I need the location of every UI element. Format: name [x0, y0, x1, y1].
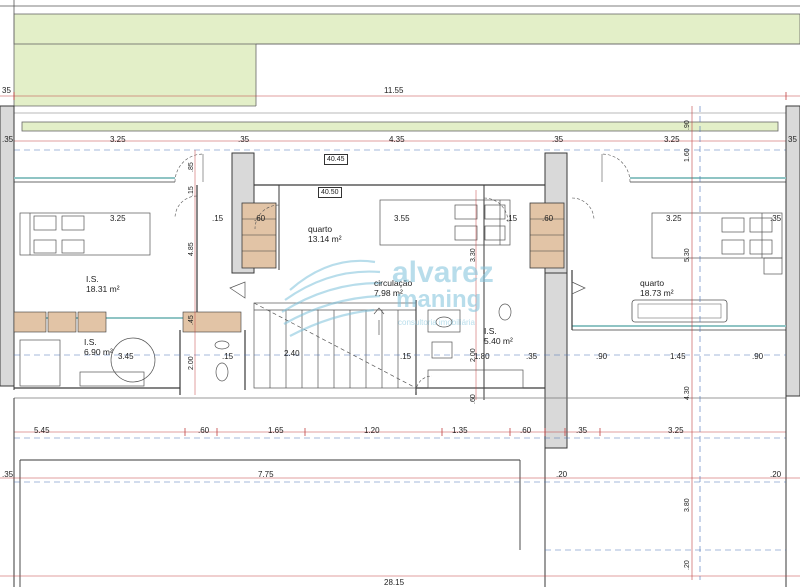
garden-area [14, 14, 800, 44]
dimension-label: 1.65 [268, 426, 284, 435]
dimension-label: 3.45 [118, 352, 134, 361]
dimension-label: 7.75 [258, 470, 274, 479]
watermark-text: maning [396, 286, 482, 313]
wardrobe [241, 202, 277, 269]
wardrobe [13, 311, 47, 333]
dimension-label: .60 [520, 426, 532, 435]
watermark-text: consultoria imobiliária [398, 318, 475, 327]
dimension-label: 1.45 [670, 352, 686, 361]
balcony-planter [21, 121, 779, 132]
room-label-is-1: I.S. 18.31 m² [86, 274, 120, 294]
garden-area [14, 44, 256, 106]
room-label-quarto-1: quarto 13.14 m² [308, 224, 342, 244]
wardrobe [77, 311, 107, 333]
floor-plan: 40.45 40.50 quarto 13.14 m² I.S. 18.31 m… [0, 0, 800, 587]
dimension-label: .35 [552, 135, 564, 144]
dimension-label: .35 [526, 352, 538, 361]
dimension-label: .15 [506, 214, 518, 223]
dimension-label: .35 [2, 470, 14, 479]
sink [214, 340, 230, 350]
dimension-label-vertical: .60 [470, 394, 477, 404]
room-area: 5.40 m² [484, 336, 513, 346]
dimension-label: 4.35 [389, 135, 405, 144]
dimension-label: 1.35 [452, 426, 468, 435]
dimension-label: 11.55 [384, 86, 404, 95]
dimension-label: 3.25 [668, 426, 684, 435]
watermark-logo [281, 259, 383, 337]
dimension-label-vertical: 2.00 [470, 348, 477, 362]
dimension-label-vertical: 2.00 [188, 356, 195, 370]
dimension-label-vertical: .20 [684, 560, 691, 570]
room-label-is-3: I.S. 5.40 m² [484, 326, 513, 346]
level-mark: 40.50 [318, 187, 342, 198]
outer-wall-left [0, 105, 15, 387]
level-mark: 40.45 [324, 154, 348, 165]
dimension-label: .60 [542, 214, 554, 223]
toilet [498, 303, 512, 321]
dimension-label-vertical: .15 [188, 186, 195, 196]
room-area: 18.73 m² [640, 288, 674, 298]
dimension-label-vertical: 5.30 [684, 248, 691, 262]
dimension-label: .15 [222, 352, 234, 361]
dimension-label: .90 [596, 352, 608, 361]
dimension-label: 3.25 [110, 135, 126, 144]
bed-left [19, 212, 151, 256]
room-name: I.S. [84, 337, 97, 347]
dimension-label: .35 [576, 426, 588, 435]
dimension-label: .35 [2, 135, 14, 144]
room-name: I.S. [484, 326, 497, 336]
dimension-label: 1.20 [364, 426, 380, 435]
dimension-label-vertical: .85 [188, 162, 195, 172]
staircase [253, 302, 417, 389]
wardrobe [47, 311, 77, 333]
dimension-label-vertical: .90 [684, 120, 691, 130]
room-name: quarto [308, 224, 333, 234]
room-label-quarto-2: quarto 18.73 m² [640, 278, 674, 298]
dimension-label: 5.45 [34, 426, 50, 435]
dimension-label-vertical: 4.85 [188, 242, 195, 256]
room-name: quarto [640, 278, 665, 288]
room-area: 18.31 m² [86, 284, 120, 294]
dimension-label: .15 [212, 214, 224, 223]
outer-wall-right [785, 105, 800, 397]
sofa [631, 299, 728, 323]
dimension-label: 3.55 [394, 214, 410, 223]
dimension-label-vertical: .45 [188, 315, 195, 325]
dimension-label: .60 [254, 214, 266, 223]
room-area: 13.14 m² [308, 234, 342, 244]
dimension-label-vertical: 4.30 [684, 386, 691, 400]
dimension-label: 3.25 [110, 214, 126, 223]
room-label-is-2: I.S. 6.90 m² [84, 337, 113, 357]
room-name: I.S. [86, 274, 99, 284]
dimension-label: .90 [752, 352, 764, 361]
dimension-label: 35 [788, 135, 797, 144]
dimension-label: .60 [198, 426, 210, 435]
dimension-label: 35 [2, 86, 11, 95]
dimension-label: 3.25 [664, 135, 680, 144]
room-area: 6.90 m² [84, 347, 113, 357]
toilet [215, 362, 229, 382]
dimension-label: .20 [556, 470, 568, 479]
dimension-label-vertical: 1.60 [684, 148, 691, 162]
vanity [79, 371, 145, 387]
dimension-label: .35 [770, 214, 782, 223]
dimension-label: 2.40 [284, 349, 300, 358]
wardrobe [529, 202, 565, 269]
dimension-label: .35 [238, 135, 250, 144]
dimension-label: .15 [400, 352, 412, 361]
dimension-label-vertical: 3.80 [684, 498, 691, 512]
dimension-label: 28.15 [384, 578, 405, 587]
watermark-text: alvarez [392, 256, 494, 289]
dimension-label: 3.25 [666, 214, 682, 223]
dimension-label: .20 [770, 470, 782, 479]
